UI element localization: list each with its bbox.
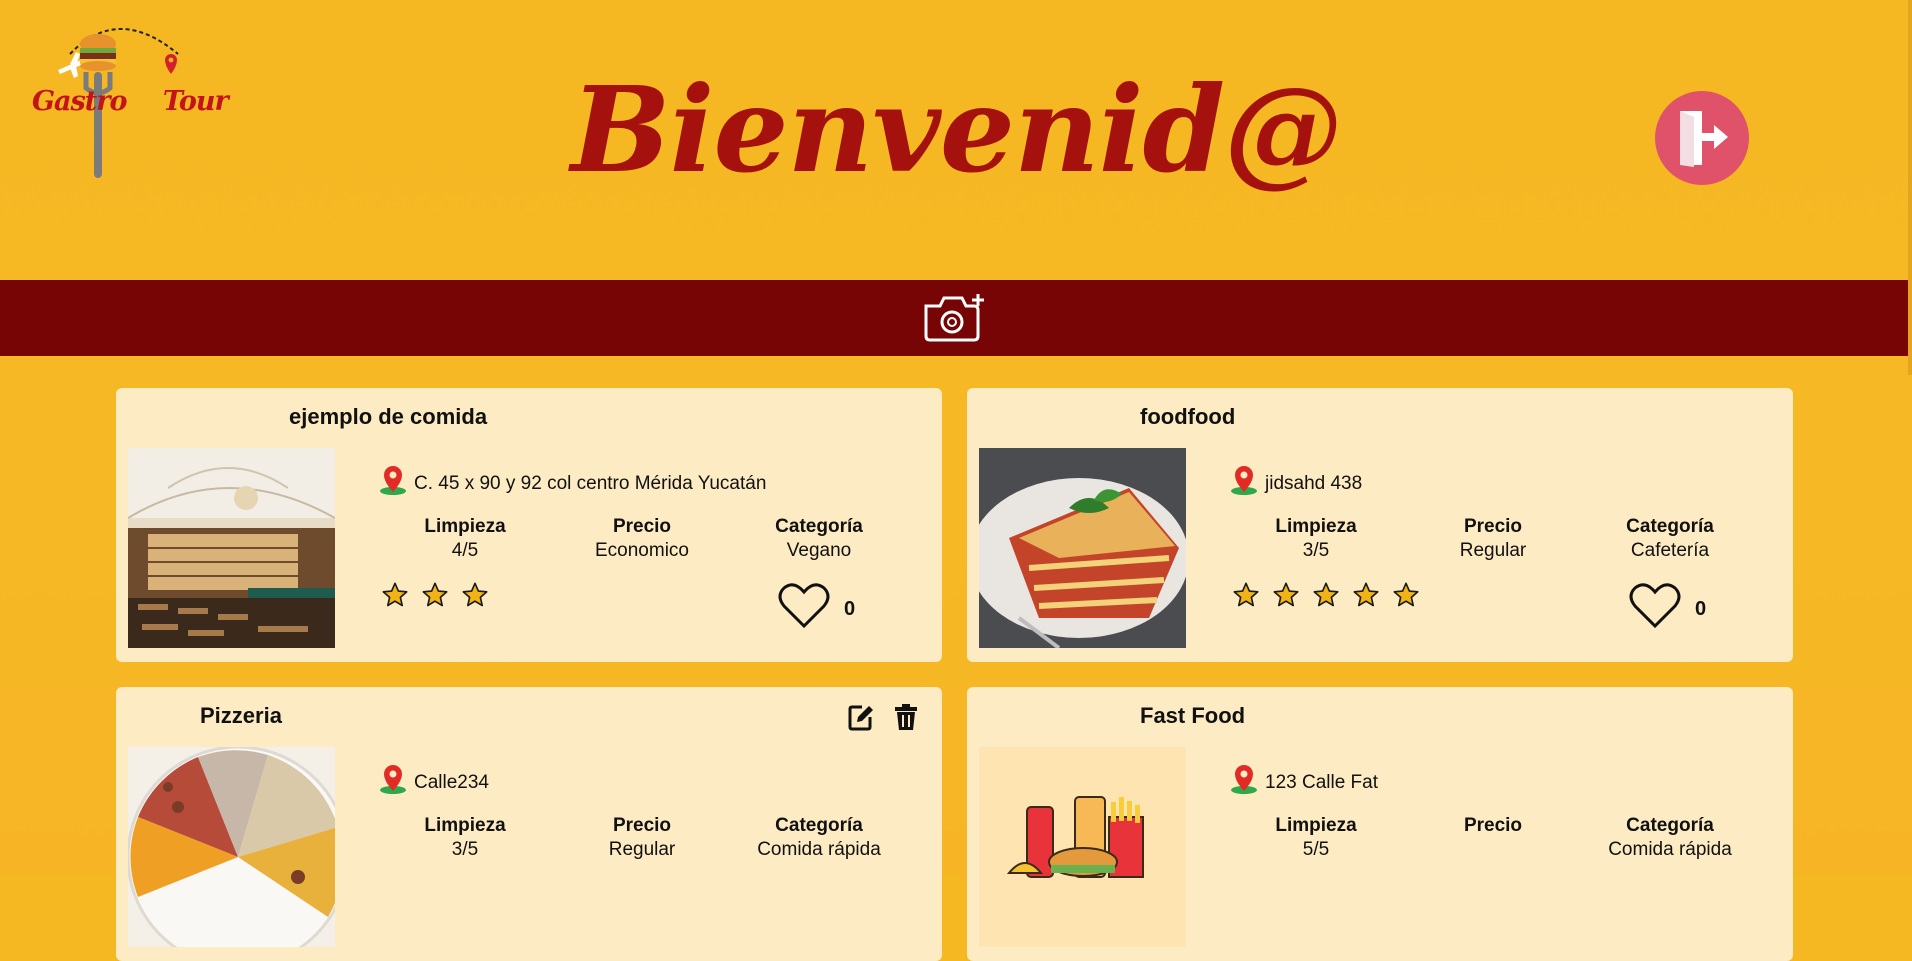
category-value: Vegano xyxy=(786,540,852,561)
star-rating xyxy=(381,581,489,609)
restaurant-card[interactable]: foodfood jidsahd 438 Limpieza 3/5 Precio… xyxy=(967,388,1793,662)
edit-icon xyxy=(848,705,873,731)
category-value: Comida rápida xyxy=(1608,839,1732,860)
cleanliness-label: Limpieza xyxy=(1275,516,1357,537)
logout-door-icon xyxy=(1680,111,1728,167)
location-row: C. 45 x 90 y 92 col centro Mérida Yucatá… xyxy=(378,464,766,496)
heart-icon xyxy=(1629,583,1681,629)
address-text: Calle234 xyxy=(414,772,489,793)
location-pin-icon xyxy=(380,466,406,495)
cleanliness-label: Limpieza xyxy=(424,815,506,836)
location-pin-icon xyxy=(1231,466,1257,495)
restaurant-card[interactable]: Pizzeria Calle234 Limpieza 3/5 Precio Re… xyxy=(116,687,942,961)
cleanliness-stat: Limpieza 4/5 xyxy=(365,516,565,562)
restaurant-card[interactable]: Fast Food 123 Calle Fat Limpieza 5/5 Pre… xyxy=(967,687,1793,961)
price-label: Precio xyxy=(1463,516,1523,537)
cleanliness-label: Limpieza xyxy=(424,516,506,537)
card-title: Fast Food xyxy=(1140,703,1246,728)
price-label: Precio xyxy=(612,815,672,836)
category-value: Cafetería xyxy=(1630,540,1710,561)
cleanliness-value: 4/5 xyxy=(451,540,479,561)
price-value: Regular xyxy=(608,839,676,860)
star-icon xyxy=(422,582,448,607)
star-icon xyxy=(1273,582,1299,607)
location-row: 123 Calle Fat xyxy=(1229,763,1378,795)
category-label: Categoría xyxy=(775,815,863,836)
cleanliness-value: 5/5 xyxy=(1302,839,1330,860)
scrollbar[interactable] xyxy=(1908,0,1912,375)
star-icon xyxy=(1313,582,1339,607)
card-title: Pizzeria xyxy=(200,703,282,728)
price-stat: Precio Regular xyxy=(1393,516,1593,562)
category-stat: Categoría Vegano xyxy=(719,516,919,562)
like-button[interactable] xyxy=(778,582,830,630)
category-stat: Categoría Comida rápida xyxy=(719,815,919,861)
category-stat: Categoría Comida rápida xyxy=(1570,815,1770,861)
card-title: foodfood xyxy=(1140,404,1236,429)
lasagna-photo xyxy=(979,448,1186,648)
cleanliness-label: Limpieza xyxy=(1275,815,1357,836)
restaurant-interior-photo xyxy=(128,448,335,648)
category-label: Categoría xyxy=(775,516,863,537)
price-label: Precio xyxy=(1463,815,1523,836)
trash-icon xyxy=(895,704,917,730)
star-icon xyxy=(462,582,488,607)
star-icon xyxy=(1393,582,1419,607)
location-row: Calle234 xyxy=(378,763,489,795)
star-icon xyxy=(1353,582,1379,607)
star-rating xyxy=(1232,581,1420,609)
camera-add-icon xyxy=(924,294,984,342)
price-value: Regular xyxy=(1459,540,1527,561)
address-text: 123 Calle Fat xyxy=(1265,772,1379,793)
price-stat: Precio xyxy=(1393,815,1593,839)
category-value: Comida rápida xyxy=(757,839,881,860)
location-row: jidsahd 438 xyxy=(1229,464,1362,496)
like-button[interactable] xyxy=(1629,582,1681,630)
welcome-heading: Bienvenid@ xyxy=(570,60,1342,199)
add-photo-button[interactable] xyxy=(922,292,986,344)
location-pin-icon xyxy=(380,765,406,794)
restaurant-card[interactable]: ejemplo de comida C. 45 x 90 y 92 col ce… xyxy=(116,388,942,662)
address-text: jidsahd 438 xyxy=(1265,473,1363,494)
delete-button[interactable] xyxy=(894,703,920,731)
star-icon xyxy=(1233,582,1259,607)
logout-button[interactable] xyxy=(1655,91,1749,185)
price-stat: Precio Economico xyxy=(542,516,742,562)
like-count: 0 xyxy=(844,598,856,620)
like-count: 0 xyxy=(1695,598,1707,620)
spice-plate-photo xyxy=(128,747,335,947)
category-label: Categoría xyxy=(1626,815,1714,836)
address-text: C. 45 x 90 y 92 col centro Mérida Yucatá… xyxy=(414,473,767,494)
price-label: Precio xyxy=(612,516,672,537)
cleanliness-stat: Limpieza 5/5 xyxy=(1216,815,1416,861)
category-label: Categoría xyxy=(1626,516,1714,537)
price-stat: Precio Regular xyxy=(542,815,742,861)
cleanliness-stat: Limpieza 3/5 xyxy=(1216,516,1416,562)
fast-food-illustration xyxy=(979,747,1186,947)
card-title: ejemplo de comida xyxy=(289,404,488,429)
heart-icon xyxy=(778,583,830,629)
cleanliness-value: 3/5 xyxy=(451,839,479,860)
cleanliness-value: 3/5 xyxy=(1302,540,1330,561)
edit-button[interactable] xyxy=(848,703,874,731)
star-icon xyxy=(382,582,408,607)
header: Gastro Tour Bienvenid@ xyxy=(0,0,1912,280)
location-pin-icon xyxy=(1231,765,1257,794)
cleanliness-stat: Limpieza 3/5 xyxy=(365,815,565,861)
price-value: Economico xyxy=(595,540,689,561)
category-stat: Categoría Cafetería xyxy=(1570,516,1770,562)
